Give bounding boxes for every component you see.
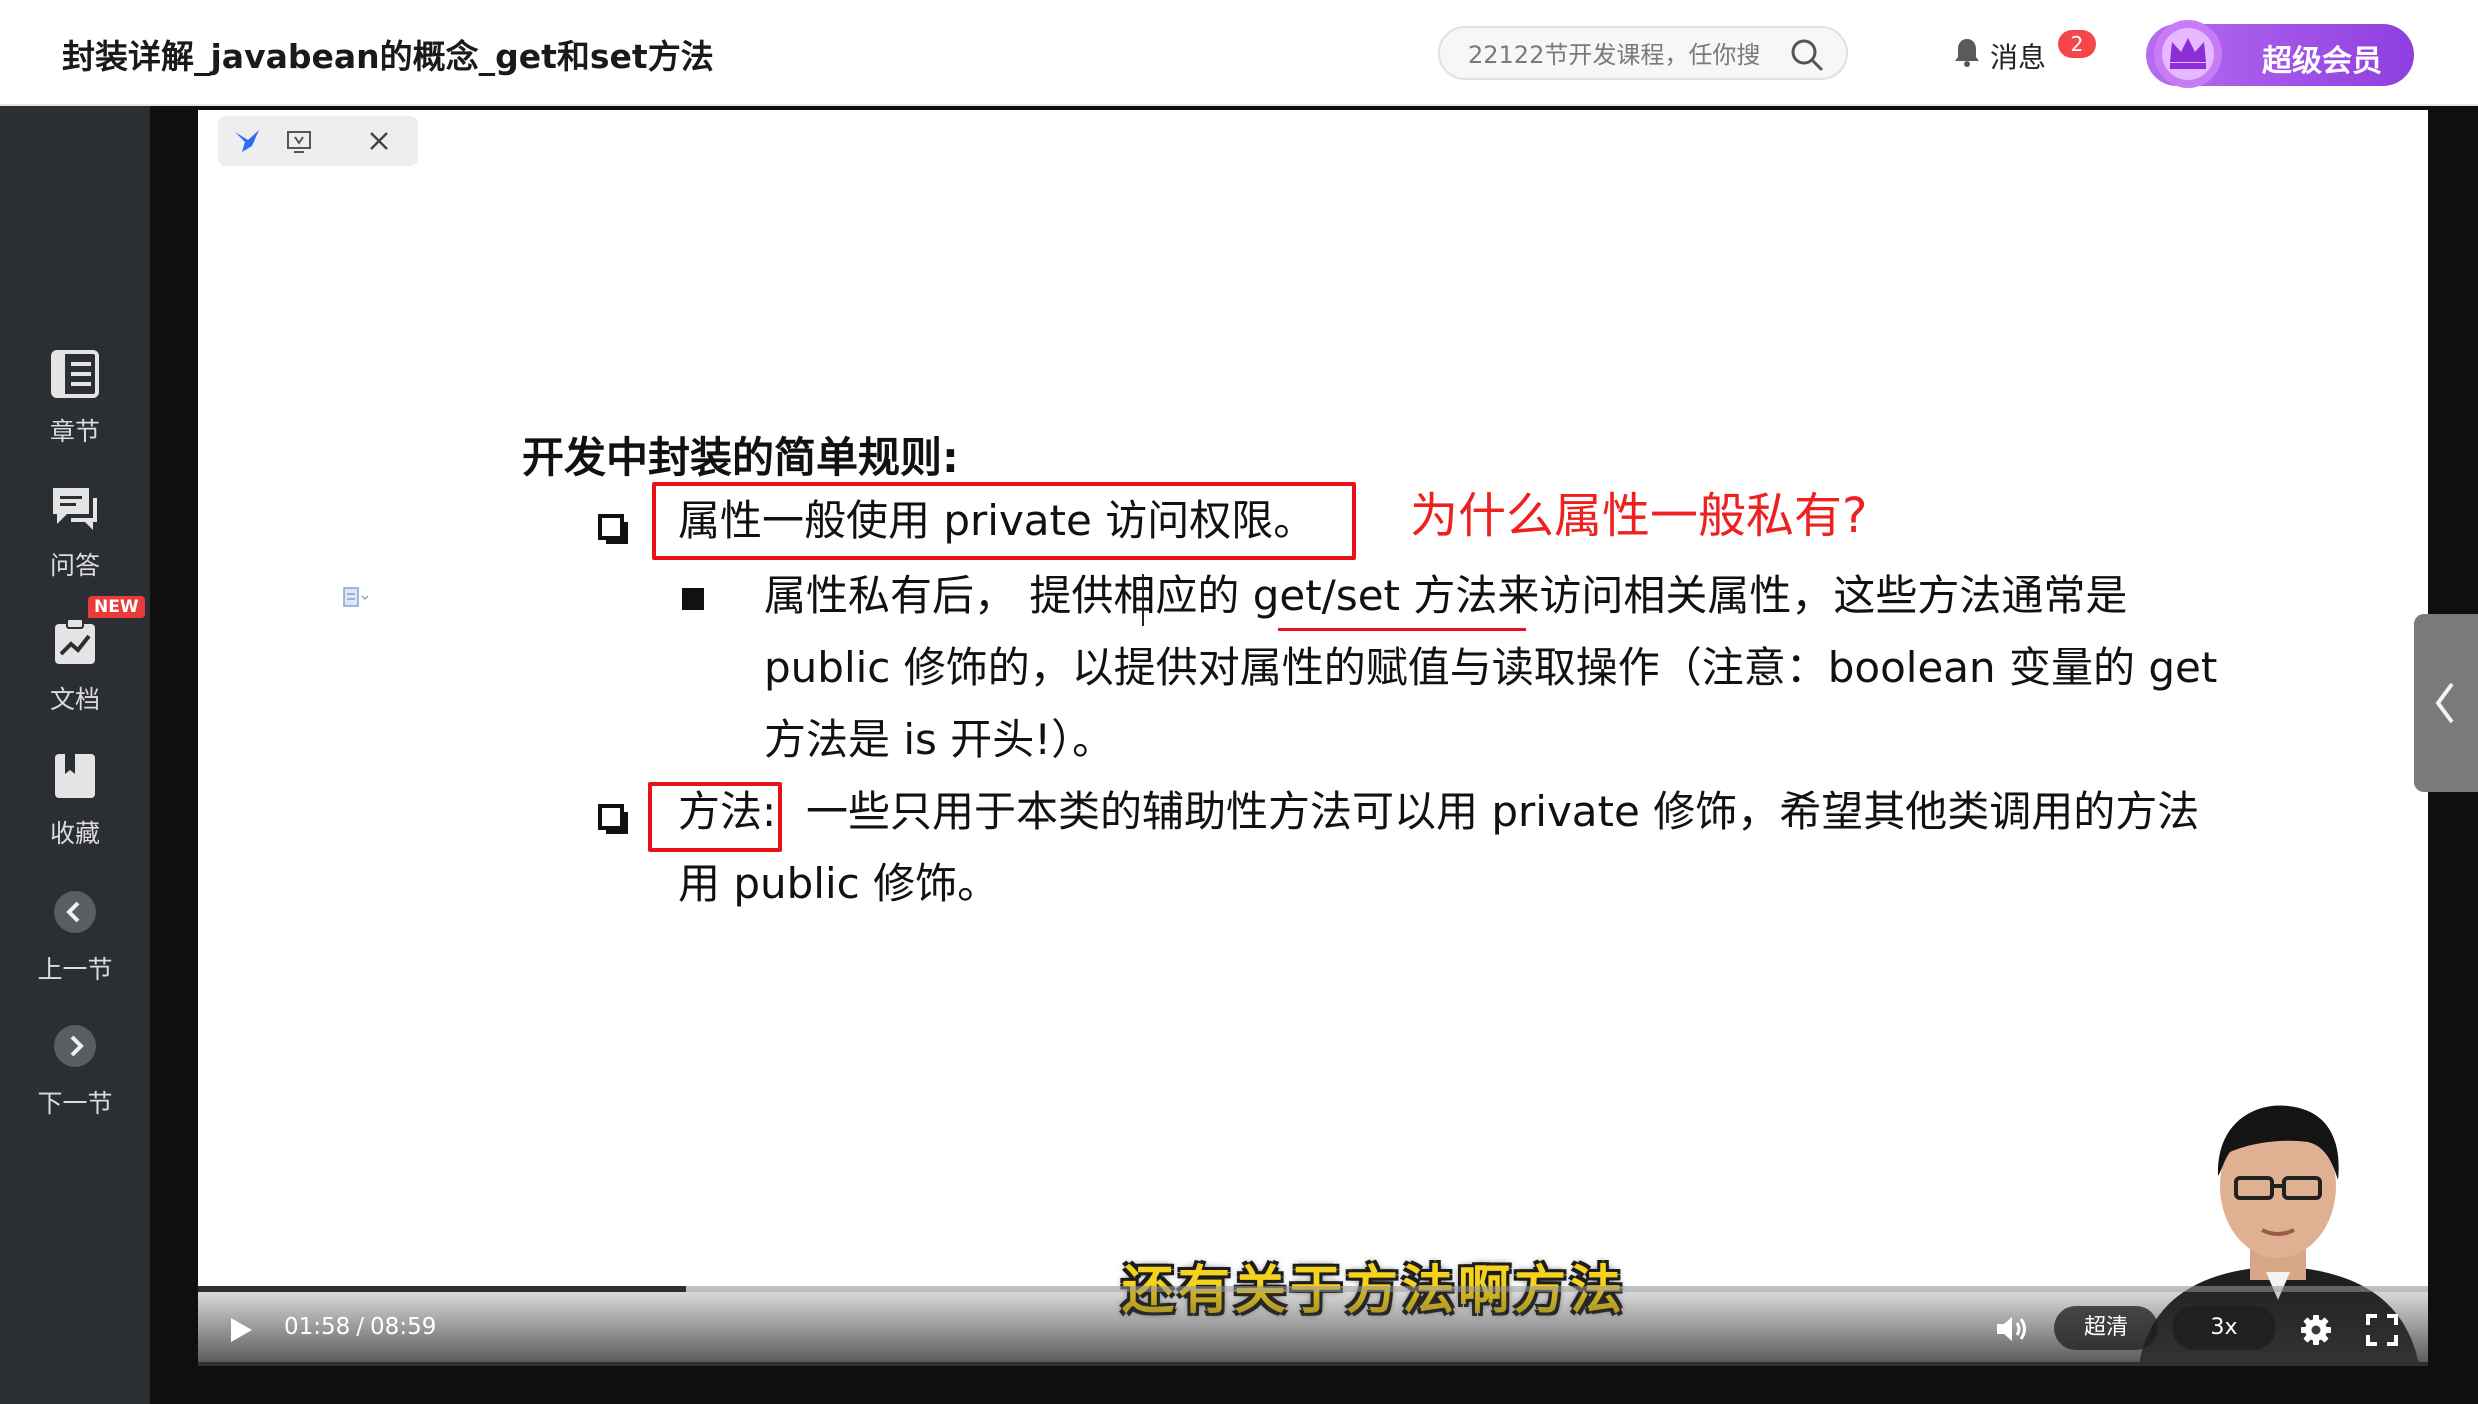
video-frame[interactable]: 开发中封装的简单规则: 属性一般使用 private 访问权限。 为什么属性一般… <box>198 110 2428 1362</box>
fullscreen-icon[interactable] <box>2366 1314 2398 1346</box>
red-underline <box>1278 628 1526 631</box>
handwritten-question-note: 为什么属性一般私有? <box>1410 488 1868 544</box>
video-player[interactable]: 开发中封装的简单规则: 属性一般使用 private 访问权限。 为什么属性一般… <box>150 106 2478 1404</box>
filled-square-bullet <box>682 588 704 610</box>
collapse-panel-tab[interactable] <box>2414 614 2478 792</box>
sidebar-item-label: 问答 <box>49 551 100 580</box>
chevron-left-icon <box>2435 682 2454 724</box>
sidebar-item-documents[interactable]: NEW 文档 <box>0 596 150 726</box>
small-doc-icon <box>343 587 369 607</box>
vip-label: 超级会员 <box>2262 44 2382 79</box>
search-icon[interactable] <box>1790 38 1824 72</box>
sidebar-item-label: 文档 <box>49 685 100 714</box>
bell-icon <box>1955 39 1979 67</box>
bullet-private-attributes: 属性一般使用 private 访问权限。 <box>678 496 1316 545</box>
feishu-bird-icon[interactable] <box>232 126 262 156</box>
bullet-method-line-2: 用 public 修饰。 <box>678 859 1000 908</box>
search-box[interactable] <box>1438 26 1848 80</box>
player-controls: 01:58/08:59 超清 3x <box>198 1286 2428 1366</box>
super-vip-button[interactable]: 超级会员 <box>2146 20 2414 88</box>
playback-speed-button[interactable]: 3x <box>2172 1306 2276 1350</box>
bullet-method-label: 方法: <box>678 787 777 836</box>
time-separator: / <box>356 1314 365 1340</box>
volume-icon[interactable] <box>1994 1314 2028 1344</box>
messages-label: 消息 <box>1990 41 2047 74</box>
document-icon <box>55 618 95 664</box>
bullet-method-text: 一些只用于本类的辅助性方法可以用 private 修饰，希望其他类调用的方法 <box>806 787 2200 836</box>
sidebar-item-next[interactable]: 下一节 <box>0 1020 150 1130</box>
messages-count-badge: 2 <box>2058 30 2096 58</box>
sidebar-item-chapters[interactable]: 章节 <box>0 348 150 458</box>
qa-icon <box>53 488 97 530</box>
gear-icon[interactable] <box>2300 1314 2332 1346</box>
chevron-left-icon <box>54 891 96 933</box>
close-icon[interactable] <box>364 126 394 156</box>
crown-icon <box>2154 20 2222 88</box>
quality-button[interactable]: 超清 <box>2054 1306 2158 1350</box>
sidebar-item-label: 下一节 <box>37 1089 113 1118</box>
sidebar-item-label: 章节 <box>49 417 100 446</box>
search-input[interactable] <box>1466 37 1770 73</box>
sidebar-item-label: 收藏 <box>49 819 100 848</box>
sidebar-item-favorites[interactable]: 收藏 <box>0 750 150 860</box>
sub-bullet-line-1: 属性私有后， 提供相应的 get/set 方法来访问相关属性，这些方法通常是 <box>764 571 2128 620</box>
slide-heading: 开发中封装的简单规则: <box>522 433 959 482</box>
text-cursor <box>1142 574 1144 626</box>
chevron-right-icon <box>54 1025 96 1067</box>
sub-bullet-line-3: 方法是 is 开头!）。 <box>764 715 1115 764</box>
screen-share-icon[interactable] <box>284 126 314 156</box>
sidebar-item-label: 上一节 <box>37 955 113 984</box>
progress-bar-fill <box>198 1286 687 1292</box>
page-title: 封装详解_javabean的概念_get和set方法 <box>62 37 714 76</box>
hollow-square-bullet <box>598 804 628 834</box>
sidebar-item-qa[interactable]: 问答 <box>0 482 150 592</box>
play-icon[interactable] <box>228 1316 254 1344</box>
hollow-square-bullet <box>598 514 628 544</box>
sub-bullet-line-2: public 修饰的，以提供对属性的赋值与读取操作（注意：boolean 变量的… <box>764 643 2218 692</box>
slide-toolbar <box>218 116 418 166</box>
sidebar-item-previous[interactable]: 上一节 <box>0 886 150 996</box>
time-display: 01:58/08:59 <box>284 1314 436 1340</box>
bookmark-icon <box>55 754 95 798</box>
top-header: 封装详解_javabean的概念_get和set方法 消息 2 超级会员 <box>0 0 2478 106</box>
new-badge: NEW <box>88 596 145 618</box>
progress-bar[interactable] <box>198 1286 2428 1292</box>
chapters-icon <box>51 350 99 398</box>
left-sidebar: 章节 问答 NEW 文档 收藏 上一节 下一节 <box>0 106 150 1404</box>
duration: 08:59 <box>370 1314 437 1340</box>
current-time: 01:58 <box>284 1314 351 1340</box>
